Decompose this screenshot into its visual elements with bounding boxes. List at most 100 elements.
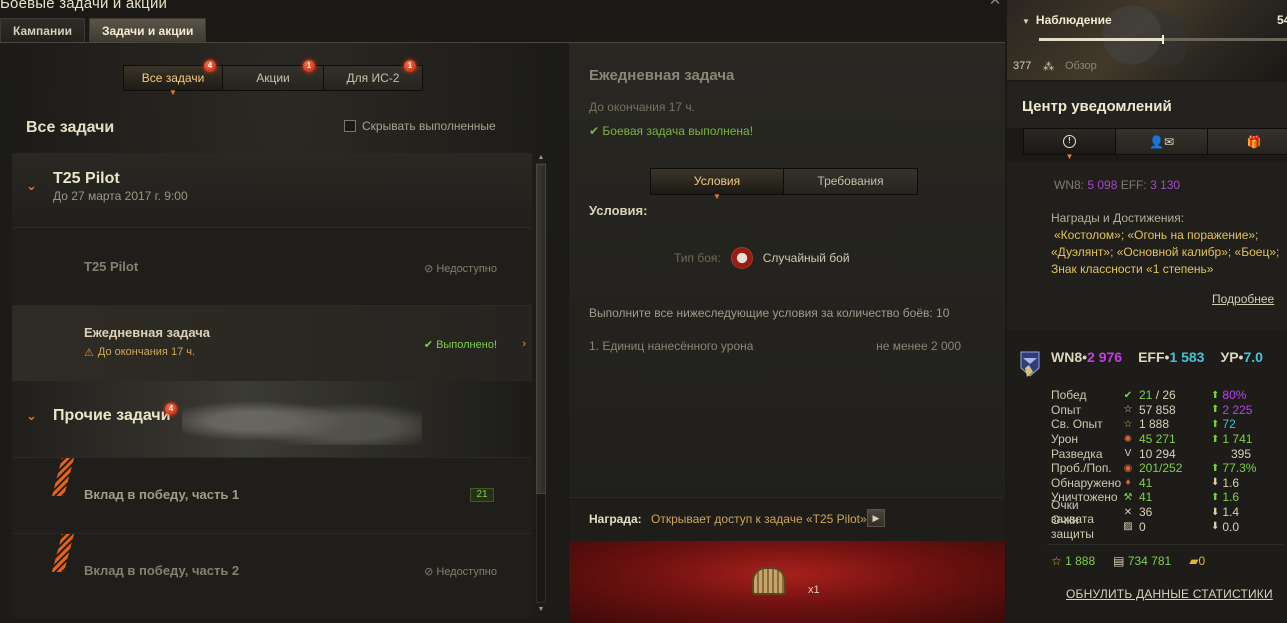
stripe-icon bbox=[52, 534, 74, 572]
credits-icon: ▤ bbox=[1113, 554, 1125, 568]
chevron-down-icon[interactable]: ⌄ bbox=[26, 408, 37, 424]
filter-label: Для ИС-2 bbox=[346, 71, 400, 85]
status-text: Недоступно bbox=[436, 262, 497, 275]
tab-requirements[interactable]: Требования bbox=[784, 169, 917, 194]
tab-tasks-and-promos[interactable]: Задачи и акции bbox=[88, 18, 207, 42]
awards-line: «Костолом»; «Огонь на поражение»; bbox=[1054, 228, 1259, 242]
spotted-icon: ♦ bbox=[1125, 477, 1131, 489]
group-header-t25[interactable]: ⌄ T25 Pilot До 27 марта 2017 г. 9:00 bbox=[12, 153, 532, 227]
delta-value: 1.4 bbox=[1222, 505, 1240, 520]
stat-row: Св. Опыт ☆ 1 888 ⬆ 72 bbox=[1051, 417, 1283, 432]
tab-conditions[interactable]: Условия ▼ bbox=[651, 169, 784, 201]
scroll-thumb[interactable] bbox=[536, 164, 546, 494]
arrow-up-icon: ⬆ bbox=[1211, 418, 1220, 430]
stat-delta: 395 bbox=[1211, 447, 1281, 461]
filter-label: Акции bbox=[256, 71, 290, 85]
checkbox-icon[interactable] bbox=[344, 120, 356, 132]
stat-value: 21 / 26 bbox=[1135, 388, 1211, 402]
task-details-panel: Ежедневная задача До окончания 17 ч. ✔ Б… bbox=[569, 43, 1005, 623]
eff-value: 3 130 bbox=[1150, 178, 1181, 192]
hide-completed-checkbox[interactable]: Скрывать выполненные bbox=[344, 119, 496, 133]
slider-knob[interactable] bbox=[1162, 35, 1164, 44]
wn8-rating: WN8•2 976 bbox=[1051, 349, 1123, 365]
scrollbar[interactable]: ▲ ▼ bbox=[535, 153, 547, 619]
check-icon: ✔ bbox=[589, 124, 600, 138]
delta-value: 72 bbox=[1222, 417, 1236, 432]
notification-tabs: ! ▼ 👤✉ 🎁 bbox=[1023, 128, 1287, 161]
message-ratings: WN8: 5 098 EFF: 3 130 bbox=[1054, 178, 1180, 192]
tab-gifts[interactable]: 🎁 bbox=[1208, 129, 1287, 154]
lock-icon: ⊘ bbox=[424, 566, 434, 578]
eff-value: 1 583 bbox=[1169, 349, 1205, 365]
stats-table: Побед ✔ 21 / 26 ⬆ 80% Опыт ☆ 57 858 ⬆ 2 22… bbox=[1051, 388, 1283, 540]
list-item[interactable]: T25 Pilot ⊘ Недоступно bbox=[12, 227, 532, 305]
task-title: T25 Pilot bbox=[84, 259, 139, 274]
triangle-down-icon: ▼ bbox=[1022, 17, 1030, 26]
stripe-icon bbox=[52, 458, 74, 496]
check-icon: ✔ bbox=[423, 339, 434, 351]
notification-badge: 4 bbox=[165, 403, 177, 415]
tab-invites[interactable]: 👤✉ bbox=[1116, 129, 1208, 154]
review-link[interactable]: Обзор bbox=[1065, 60, 1097, 72]
gold-value: 0 bbox=[1198, 554, 1206, 568]
stat-value: 201/252 bbox=[1139, 461, 1183, 476]
top-tabs: Кампании Задачи и акции bbox=[0, 18, 207, 42]
reward-go-button[interactable]: ▶ bbox=[867, 509, 885, 527]
stat-value-total: / 26 bbox=[1152, 388, 1176, 403]
counter-badge: 21 bbox=[470, 488, 494, 502]
eff-label: EFF: bbox=[1120, 178, 1147, 192]
details-tabs: Условия ▼ Требования bbox=[650, 168, 918, 201]
stat-delta: ⬆ 77.3% bbox=[1211, 461, 1281, 475]
observation-count: 377 bbox=[1013, 60, 1032, 72]
reset-stats-link[interactable]: ОБНУЛИТЬ ДАННЫЕ СТАТИСТИКИ bbox=[1066, 587, 1273, 601]
list-item-selected[interactable]: Ежедневная задача ⚠ До окончания 17 ч. ✔… bbox=[12, 305, 532, 381]
condition-row: 1. Единиц нанесённого урона не менее 2 0… bbox=[589, 339, 961, 353]
observation-widget: ▼ Наблюдение 54 377 ⁂ Обзор bbox=[1007, 0, 1287, 80]
close-icon[interactable]: ✕ bbox=[986, 0, 1004, 8]
gift-icon: 🎁 bbox=[1246, 134, 1262, 149]
stat-delta: ⬇ 1.4 bbox=[1211, 505, 1281, 519]
reward-label: Награда: bbox=[589, 512, 642, 526]
gold-total: ▰0 bbox=[1189, 554, 1205, 568]
active-marker-icon: ▼ bbox=[1065, 152, 1074, 161]
battle-type-label: Тип боя: bbox=[674, 251, 721, 265]
free-xp-total: ☆ 1 888 bbox=[1051, 554, 1095, 568]
awards-heading: Награды и Достижения: bbox=[1051, 211, 1185, 225]
status-badge: ⊘ Недоступно bbox=[424, 565, 497, 579]
group-title: T25 Pilot bbox=[53, 170, 120, 187]
chevron-down-icon[interactable]: ⌄ bbox=[26, 178, 37, 194]
more-link[interactable]: Подробнее bbox=[1212, 292, 1274, 306]
notification-center-title: Центр уведомлений bbox=[1022, 98, 1172, 115]
list-item[interactable]: Вклад в победу, часть 2 ⊘ Недоступно bbox=[12, 533, 532, 618]
stat-label: Опыт bbox=[1051, 402, 1081, 417]
observation-slider[interactable] bbox=[1039, 35, 1287, 44]
wn8-label: WN8: bbox=[1054, 178, 1084, 192]
stat-label: Проб./Поп. bbox=[1051, 461, 1112, 476]
conditions-description: Выполните все нижеследующие условия за к… bbox=[589, 306, 950, 320]
scroll-up-icon[interactable]: ▲ bbox=[535, 153, 547, 163]
filter-all-tasks[interactable]: Все задачи 4 ▼ bbox=[124, 60, 223, 97]
tank-image bbox=[182, 385, 422, 445]
filter-promos[interactable]: Акции 1 bbox=[223, 60, 324, 90]
status-badge: ⊘ Недоступно bbox=[424, 262, 497, 276]
group-header-other[interactable]: ⌄ Прочие задачи 4 bbox=[12, 381, 532, 457]
warning-icon: ⚠ bbox=[84, 347, 94, 359]
tab-campaigns[interactable]: Кампании bbox=[0, 18, 85, 42]
deadline-text: До окончания 17 ч. bbox=[97, 346, 196, 358]
spotting-icon: V bbox=[1124, 448, 1132, 460]
delta-value: 0.0 bbox=[1222, 519, 1240, 534]
chevron-right-icon: › bbox=[522, 338, 526, 350]
filter-is2[interactable]: Для ИС-2 1 bbox=[324, 60, 422, 90]
active-marker-icon: ▼ bbox=[713, 192, 721, 201]
stat-delta: ⬆ 72 bbox=[1211, 417, 1281, 431]
credits-total: ▤ 734 781 bbox=[1113, 554, 1171, 568]
arrow-down-icon: ⬇ bbox=[1211, 521, 1220, 533]
observation-title[interactable]: ▼ Наблюдение bbox=[1022, 13, 1112, 27]
defense-icon: ▨ bbox=[1123, 521, 1133, 533]
list-item[interactable]: Вклад в победу, часть 1 21 bbox=[12, 457, 532, 533]
stat-row: Урон ✺ 45 271 ⬆ 1 741 bbox=[1051, 432, 1283, 447]
battle-type-value: Случайный бой bbox=[762, 251, 850, 265]
free-xp-star-icon: ☆ bbox=[1123, 418, 1133, 430]
scroll-down-icon[interactable]: ▼ bbox=[535, 605, 547, 615]
tab-info[interactable]: ! ▼ bbox=[1024, 129, 1116, 161]
